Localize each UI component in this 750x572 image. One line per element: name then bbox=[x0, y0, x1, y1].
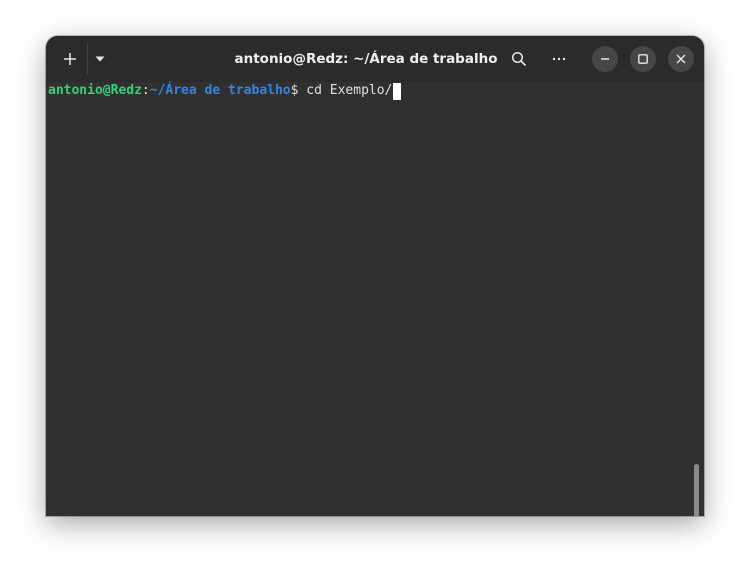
minimize-button[interactable] bbox=[592, 46, 618, 72]
caret-down-icon bbox=[95, 56, 105, 62]
prompt-line: antonio@Redz: ~/Área de trabalho $ cd Exem… bbox=[48, 82, 402, 100]
prompt-path: ~/Área de trabalho bbox=[149, 83, 291, 98]
headerbar: antonio@Redz: ~/Área de trabalho bbox=[46, 36, 704, 82]
ellipsis-icon bbox=[552, 57, 566, 61]
plus-icon bbox=[64, 53, 76, 65]
maximize-button[interactable] bbox=[630, 46, 656, 72]
close-icon bbox=[676, 54, 686, 64]
terminal-view[interactable]: antonio@Redz: ~/Área de trabalho $ cd Exem… bbox=[46, 82, 704, 516]
text-cursor bbox=[393, 82, 402, 100]
search-icon bbox=[511, 51, 527, 67]
tab-menu-button[interactable] bbox=[88, 44, 112, 74]
window-title: antonio@Redz: ~/Área de trabalho bbox=[234, 51, 498, 67]
search-button[interactable] bbox=[504, 44, 534, 74]
scrollbar[interactable] bbox=[694, 464, 699, 516]
minimize-icon bbox=[601, 58, 609, 60]
prompt-colon: : bbox=[141, 83, 150, 98]
close-button[interactable] bbox=[668, 46, 694, 72]
main-menu-button[interactable] bbox=[544, 44, 574, 74]
maximize-icon bbox=[638, 54, 648, 64]
terminal-window: antonio@Redz: ~/Área de trabalho antonio… bbox=[46, 36, 704, 516]
new-tab-button[interactable] bbox=[54, 44, 86, 74]
prompt-user: antonio@Redz bbox=[48, 83, 142, 98]
command-text: cd Exemplo/ bbox=[298, 83, 393, 98]
prompt-symbol: $ bbox=[290, 83, 299, 98]
